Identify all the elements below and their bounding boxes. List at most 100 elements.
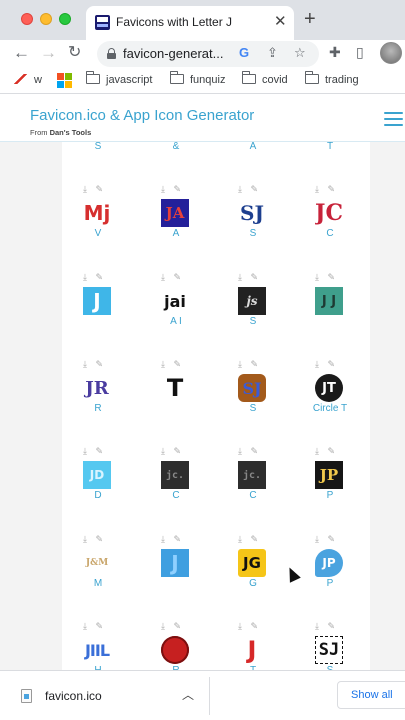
- favicon-preview-icon[interactable]: Mj: [83, 199, 111, 227]
- favicon-preview-icon[interactable]: JG: [238, 549, 266, 577]
- favicon-item[interactable]: ⤓ ✎ js S: [223, 272, 283, 342]
- bookmark-trading[interactable]: trading: [304, 71, 359, 86]
- icon-label[interactable]: T: [300, 142, 360, 152]
- icon-label[interactable]: P: [300, 578, 360, 589]
- icon-label[interactable]: A: [223, 142, 283, 152]
- bookmark-funquiz[interactable]: funquiz: [169, 71, 225, 86]
- favicon-item[interactable]: ⤓ ✎ JC C: [300, 184, 360, 254]
- download-edit-icons[interactable]: ⤓ ✎: [83, 184, 113, 196]
- icon-label[interactable]: C: [300, 228, 360, 239]
- download-edit-icons[interactable]: ⤓ ✎: [238, 272, 268, 284]
- download-edit-icons[interactable]: ⤓ ✎: [161, 446, 191, 458]
- maximize-window-button[interactable]: [59, 13, 71, 25]
- favicon-preview-icon[interactable]: JA: [161, 199, 189, 227]
- favicon-item[interactable]: ⤓ ✎SJS: [300, 621, 360, 670]
- download-edit-icons[interactable]: ⤓ ✎: [315, 184, 345, 196]
- chevron-up-icon[interactable]: ︿: [182, 686, 194, 703]
- new-tab-icon[interactable]: +: [304, 9, 316, 29]
- extensions-icon[interactable]: ✚: [329, 44, 341, 61]
- google-icon[interactable]: G: [239, 45, 249, 60]
- favicon-item[interactable]: ⤓ ✎ JA A: [146, 184, 206, 254]
- bookmark-covid[interactable]: covid: [241, 71, 288, 86]
- download-edit-icons[interactable]: ⤓ ✎: [83, 534, 113, 546]
- favicon-preview-icon[interactable]: jc.: [161, 461, 189, 489]
- favicon-preview-icon[interactable]: JP: [315, 461, 343, 489]
- icon-label[interactable]: C: [223, 490, 283, 501]
- show-all-button[interactable]: Show all: [337, 681, 405, 709]
- icon-label[interactable]: S: [68, 142, 128, 152]
- icon-label[interactable]: M: [68, 578, 128, 589]
- favicon-preview-icon[interactable]: [161, 636, 189, 664]
- icon-label[interactable]: A I: [146, 316, 206, 327]
- favicon-item[interactable]: ⤓ ✎ J&M M: [68, 534, 128, 604]
- download-edit-icons[interactable]: ⤓ ✎: [161, 359, 191, 371]
- download-edit-icons[interactable]: ⤓ ✎: [238, 534, 268, 546]
- favicon-preview-icon[interactable]: JIIL: [83, 636, 111, 664]
- address-bar[interactable]: favicon-generat... G ⇪ ☆: [97, 41, 319, 67]
- icon-label[interactable]: S: [223, 403, 283, 414]
- favicon-preview-icon[interactable]: SJ: [315, 636, 343, 664]
- profile-avatar[interactable]: [380, 42, 402, 64]
- favicon-item[interactable]: ⤓ ✎ jc. C: [146, 446, 206, 516]
- favicon-preview-icon[interactable]: JP: [315, 549, 343, 577]
- download-edit-icons[interactable]: ⤓ ✎: [161, 534, 191, 546]
- favicon-item[interactable]: ⤓ ✎R: [146, 621, 206, 670]
- favicon-item[interactable]: ⤓ ✎ T: [146, 359, 206, 429]
- favicon-preview-icon[interactable]: js: [238, 287, 266, 315]
- favicon-item[interactable]: ⤓ ✎JIILH: [68, 621, 128, 670]
- favicon-preview-icon[interactable]: SJ: [238, 374, 266, 402]
- icon-label[interactable]: Circle T: [300, 403, 360, 414]
- favicon-item[interactable]: ⤓ ✎ JT Circle T: [300, 359, 360, 429]
- favicon-item[interactable]: ⤓ ✎ JP P: [300, 534, 360, 604]
- icon-label[interactable]: P: [300, 490, 360, 501]
- favicon-preview-icon[interactable]: JD: [83, 461, 111, 489]
- icon-label[interactable]: R: [68, 403, 128, 414]
- icon-label[interactable]: V: [68, 228, 128, 239]
- download-edit-icons[interactable]: ⤓ ✎: [315, 446, 345, 458]
- favicon-item[interactable]: ⤓ ✎ JD D: [68, 446, 128, 516]
- favicon-preview-icon[interactable]: J J: [315, 287, 343, 315]
- favicon-preview-icon[interactable]: SJ: [238, 199, 266, 227]
- favicon-item[interactable]: ⤓ ✎ Mj V: [68, 184, 128, 254]
- favicon-preview-icon[interactable]: J: [161, 549, 189, 577]
- favicon-item[interactable]: ⤓ ✎ JR R: [68, 359, 128, 429]
- download-edit-icons[interactable]: ⤓ ✎: [161, 184, 191, 196]
- icon-label[interactable]: S: [223, 316, 283, 327]
- back-icon[interactable]: ←: [13, 42, 30, 64]
- download-edit-icons[interactable]: ⤓ ✎: [161, 621, 191, 633]
- icon-label[interactable]: D: [68, 490, 128, 501]
- favicon-item[interactable]: ⤓ ✎ J: [68, 272, 128, 342]
- download-edit-icons[interactable]: ⤓ ✎: [83, 359, 113, 371]
- download-file-name[interactable]: favicon.ico: [45, 689, 102, 703]
- download-edit-icons[interactable]: ⤓ ✎: [238, 446, 268, 458]
- favicon-item[interactable]: ⤓ ✎JT: [223, 621, 283, 670]
- download-edit-icons[interactable]: ⤓ ✎: [83, 446, 113, 458]
- favicon-item[interactable]: ⤓ ✎ SJS: [223, 359, 283, 429]
- favicon-preview-icon[interactable]: T: [161, 374, 189, 402]
- menu-icon[interactable]: [384, 112, 403, 126]
- favicon-item[interactable]: ⤓ ✎ JP P: [300, 446, 360, 516]
- download-edit-icons[interactable]: ⤓ ✎: [83, 272, 113, 284]
- download-edit-icons[interactable]: ⤓ ✎: [315, 534, 345, 546]
- favicon-preview-icon[interactable]: jai: [161, 287, 189, 315]
- favicon-preview-icon[interactable]: JC: [315, 199, 343, 227]
- favicon-preview-icon[interactable]: J&M: [83, 549, 111, 577]
- icon-label[interactable]: S: [223, 228, 283, 239]
- download-edit-icons[interactable]: ⤓ ✎: [315, 621, 345, 633]
- favicon-preview-icon[interactable]: JR: [83, 374, 111, 402]
- favicon-item[interactable]: ⤓ ✎ J J: [300, 272, 360, 342]
- download-edit-icons[interactable]: ⤓ ✎: [315, 359, 345, 371]
- icon-label[interactable]: C: [146, 490, 206, 501]
- download-edit-icons[interactable]: ⤓ ✎: [238, 621, 268, 633]
- minimize-window-button[interactable]: [40, 13, 52, 25]
- favicon-item[interactable]: ⤓ ✎ J: [146, 534, 206, 604]
- share-icon[interactable]: ⇪: [267, 45, 278, 61]
- favicon-preview-icon[interactable]: JT: [315, 374, 343, 402]
- favicon-preview-icon[interactable]: jc.: [238, 461, 266, 489]
- favicon-item[interactable]: ⤓ ✎ jai A I: [146, 272, 206, 342]
- download-edit-icons[interactable]: ⤓ ✎: [83, 621, 113, 633]
- reload-icon[interactable]: ↻: [68, 42, 81, 64]
- download-edit-icons[interactable]: ⤓ ✎: [238, 359, 268, 371]
- bookmark-star-icon[interactable]: ☆: [294, 45, 306, 61]
- side-panel-icon[interactable]: ▯: [356, 44, 364, 61]
